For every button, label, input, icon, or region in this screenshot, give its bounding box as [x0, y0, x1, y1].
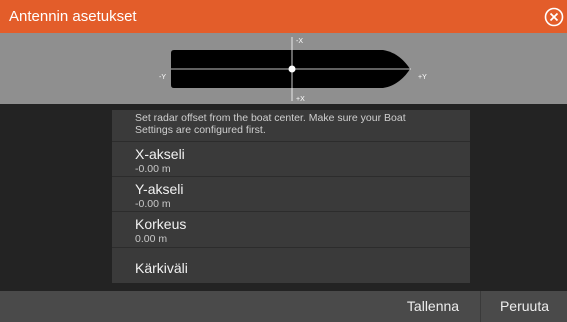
setting-label: Kärkiväli [135, 260, 188, 276]
spacing-setting[interactable]: Kärkiväli [112, 247, 470, 281]
boat-diagram-panel: -X +X -Y +Y [0, 33, 567, 104]
setting-value: -0.00 m [135, 198, 171, 210]
setting-label: Korkeus [135, 216, 187, 232]
instruction-line-1: Set radar offset from the boat center. M… [135, 112, 406, 124]
axis-label-pos-y: +Y [418, 74, 427, 81]
cancel-button[interactable]: Peruuta [480, 291, 567, 322]
y-axis-setting[interactable]: Y-akseli -0.00 m [112, 176, 470, 210]
close-icon[interactable] [544, 7, 564, 27]
setting-value: 0.00 m [135, 233, 168, 245]
instruction-text: Set radar offset from the boat center. M… [135, 112, 455, 136]
setting-label: Y-akseli [135, 181, 184, 197]
x-axis-setting[interactable]: X-akseli -0.00 m [112, 141, 470, 175]
height-setting[interactable]: Korkeus 0.00 m [112, 211, 470, 245]
axis-label-neg-x: -X [296, 38, 303, 45]
boat-diagram: -X +X -Y +Y [159, 37, 427, 103]
antenna-position-marker [288, 65, 296, 73]
action-bar: Tallenna Peruuta [0, 291, 567, 322]
save-button[interactable]: Tallenna [393, 291, 473, 322]
title-bar: Antennin asetukset [0, 0, 567, 33]
setting-value: -0.00 m [135, 163, 171, 175]
setting-label: X-akseli [135, 146, 185, 162]
instruction-line-2: Settings are configured first. [135, 124, 266, 136]
axis-label-pos-x: +X [296, 96, 305, 103]
axis-label-neg-y: -Y [159, 74, 166, 81]
window-title: Antennin asetukset [9, 8, 137, 25]
antenna-settings-panel: Set radar offset from the boat center. M… [112, 110, 470, 283]
